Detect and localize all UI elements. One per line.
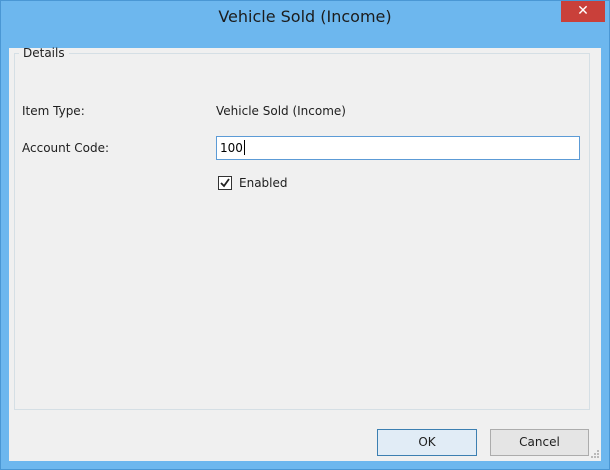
account-code-input[interactable]: 100 <box>216 136 580 160</box>
account-code-value: 100 <box>220 141 243 155</box>
dialog-body: Details Item Type: Vehicle Sold (Income)… <box>9 46 601 461</box>
details-group-label: Details <box>23 46 65 60</box>
item-type-label: Item Type: <box>22 104 85 118</box>
dialog-window: Vehicle Sold (Income) ✕ Details Item Typ… <box>0 0 610 470</box>
enabled-checkbox[interactable] <box>218 176 232 190</box>
close-icon: ✕ <box>577 3 589 19</box>
title-bar[interactable]: Vehicle Sold (Income) ✕ <box>1 1 609 31</box>
item-type-value: Vehicle Sold (Income) <box>216 104 346 118</box>
resize-grip[interactable] <box>591 450 599 458</box>
enabled-label[interactable]: Enabled <box>239 176 288 190</box>
window-title: Vehicle Sold (Income) <box>218 7 392 26</box>
ok-button[interactable]: OK <box>377 429 477 456</box>
account-code-label: Account Code: <box>22 141 110 155</box>
checkmark-icon <box>220 178 230 188</box>
details-group: Details Item Type: Vehicle Sold (Income)… <box>14 46 590 410</box>
close-button[interactable]: ✕ <box>561 1 605 22</box>
text-caret <box>243 140 245 155</box>
cancel-button[interactable]: Cancel <box>490 429 589 456</box>
